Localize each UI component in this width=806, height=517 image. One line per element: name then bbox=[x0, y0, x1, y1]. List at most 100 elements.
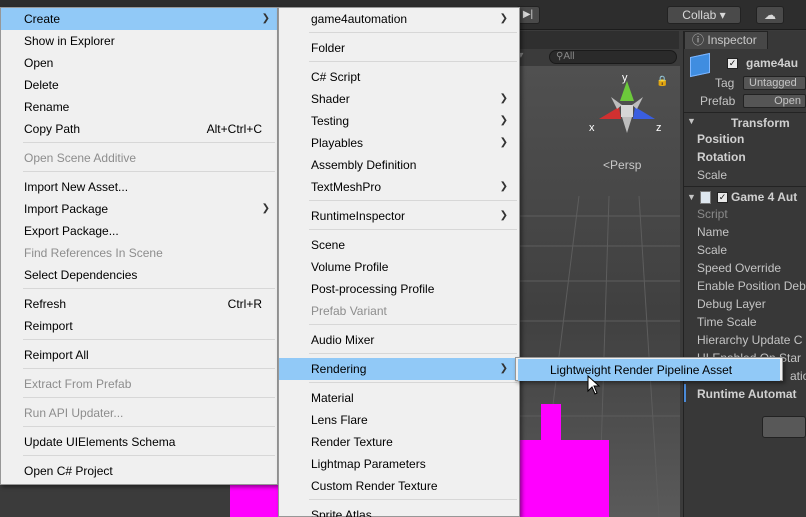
menu-item-rename[interactable]: Rename bbox=[1, 96, 277, 118]
mouse-cursor-icon bbox=[587, 375, 601, 395]
menu-item-volume-profile[interactable]: Volume Profile bbox=[279, 256, 519, 278]
menu-item-delete[interactable]: Delete bbox=[1, 74, 277, 96]
foldout-arrow-icon[interactable]: ▼ bbox=[687, 116, 696, 126]
menu-separator bbox=[309, 200, 517, 201]
menu-item-rendering[interactable]: Rendering ❯ bbox=[279, 358, 519, 380]
menu-item-reimport-all[interactable]: Reimport All bbox=[1, 344, 277, 366]
menu-item-textmeshpro[interactable]: TextMeshPro ❯ bbox=[279, 176, 519, 198]
foldout-arrow-icon[interactable]: ▼ bbox=[687, 192, 696, 202]
object-name-field[interactable]: game4au bbox=[746, 56, 798, 70]
menu-item-lightweight-render-pipeline-asset[interactable]: Lightweight Render Pipeline Asset bbox=[518, 359, 780, 381]
component-enabled-checkbox[interactable]: ✓ bbox=[717, 192, 728, 203]
menu-item-copy-path[interactable]: Copy Path Alt+Ctrl+C bbox=[1, 118, 277, 140]
menu-item-playables[interactable]: Playables ❯ bbox=[279, 132, 519, 154]
divider bbox=[684, 186, 806, 187]
menu-item-open-csharp-project[interactable]: Open C# Project bbox=[1, 460, 277, 482]
menu-item-update-uielements-schema[interactable]: Update UIElements Schema bbox=[1, 431, 277, 453]
menu-item-sprite-atlas[interactable]: Sprite Atlas bbox=[279, 504, 519, 517]
perspective-label[interactable]: <Persp bbox=[603, 158, 641, 172]
menu-item-label: Shader bbox=[311, 92, 350, 106]
menu-item-label: Rename bbox=[24, 100, 70, 114]
menu-item-import-new-asset[interactable]: Import New Asset... bbox=[1, 176, 277, 198]
transform-header[interactable]: Transform bbox=[731, 116, 790, 130]
runtime-automation-header[interactable]: Runtime Automat bbox=[697, 387, 797, 401]
menu-item-find-references[interactable]: Find References In Scene bbox=[1, 242, 277, 264]
cloud-button[interactable]: ☁ bbox=[756, 6, 784, 24]
prefab-label: Prefab bbox=[700, 94, 736, 108]
menu-item-folder[interactable]: Folder bbox=[279, 37, 519, 59]
menu-item-import-package[interactable]: Import Package ❯ bbox=[1, 198, 277, 220]
collab-button[interactable]: Collab ▾ bbox=[667, 6, 741, 24]
menu-item-runtimeinspector[interactable]: RuntimeInspector ❯ bbox=[279, 205, 519, 227]
inspector-button[interactable] bbox=[762, 416, 806, 438]
menu-item-label: Testing bbox=[311, 114, 350, 128]
menu-separator bbox=[23, 171, 275, 172]
selected-component-marker bbox=[684, 384, 686, 402]
missing-material-object[interactable] bbox=[541, 404, 561, 442]
menu-item-assembly-definition[interactable]: Assembly Definition bbox=[279, 154, 519, 176]
menu-item-testing[interactable]: Testing ❯ bbox=[279, 110, 519, 132]
menu-item-audio-mixer[interactable]: Audio Mixer bbox=[279, 329, 519, 351]
menu-item-shader[interactable]: Shader ❯ bbox=[279, 88, 519, 110]
menu-item-label: Reimport bbox=[24, 319, 73, 333]
menu-item-reimport[interactable]: Reimport bbox=[1, 315, 277, 337]
chevron-right-icon: ❯ bbox=[499, 137, 508, 148]
menu-item-extract-from-prefab[interactable]: Extract From Prefab bbox=[1, 373, 277, 395]
menu-item-label: Custom Render Texture bbox=[311, 479, 438, 493]
menu-item-csharp-script[interactable]: C# Script bbox=[279, 66, 519, 88]
menu-item-label: Lens Flare bbox=[311, 413, 368, 427]
menu-item-label: Select Dependencies bbox=[24, 268, 138, 282]
menu-separator bbox=[309, 229, 517, 230]
component-header[interactable]: Game 4 Aut bbox=[731, 190, 797, 204]
menu-item-custom-render-texture[interactable]: Custom Render Texture bbox=[279, 475, 519, 497]
cloud-icon: ☁ bbox=[764, 8, 776, 22]
menu-item-label: Delete bbox=[24, 78, 59, 92]
gameobject-cube-icon bbox=[690, 52, 710, 78]
info-icon: ⓘ bbox=[692, 33, 705, 47]
menu-item-label: Sprite Atlas bbox=[311, 508, 372, 517]
menu-item-label: Post-processing Profile bbox=[311, 282, 435, 296]
prefab-open-button[interactable]: Open bbox=[743, 94, 806, 108]
menu-item-label: Show in Explorer bbox=[24, 34, 115, 48]
menu-item-lens-flare[interactable]: Lens Flare bbox=[279, 409, 519, 431]
tab-inspector[interactable]: ⓘ Inspector bbox=[684, 31, 768, 49]
menu-separator bbox=[23, 142, 275, 143]
menu-item-post-processing-profile[interactable]: Post-processing Profile bbox=[279, 278, 519, 300]
menu-item-open[interactable]: Open bbox=[1, 52, 277, 74]
orientation-gizmo bbox=[599, 81, 655, 133]
hierarchy-update-label: Hierarchy Update C bbox=[697, 333, 803, 347]
active-checkbox[interactable]: ✓ bbox=[727, 58, 738, 69]
menu-item-run-api-updater[interactable]: Run API Updater... bbox=[1, 402, 277, 424]
menu-item-open-scene-additive[interactable]: Open Scene Additive bbox=[1, 147, 277, 169]
speed-override-label: Speed Override bbox=[697, 261, 782, 275]
chevron-left-icon: < bbox=[603, 158, 611, 172]
tag-dropdown[interactable]: Untagged bbox=[743, 76, 806, 90]
menu-item-refresh[interactable]: Refresh Ctrl+R bbox=[1, 293, 277, 315]
menu-item-show-in-explorer[interactable]: Show in Explorer bbox=[1, 30, 277, 52]
menu-item-prefab-variant[interactable]: Prefab Variant bbox=[279, 300, 519, 322]
chevron-right-icon: ❯ bbox=[261, 13, 270, 24]
menu-item-label: Audio Mixer bbox=[311, 333, 375, 347]
menu-item-select-dependencies[interactable]: Select Dependencies bbox=[1, 264, 277, 286]
chevron-right-icon: ❯ bbox=[499, 181, 508, 192]
enable-position-debug-label: Enable Position Deb bbox=[697, 279, 806, 293]
scene-search-input[interactable]: ⚲All bbox=[549, 50, 677, 64]
scene-tab-bar bbox=[519, 31, 679, 49]
menu-item-create[interactable]: Create ❯ bbox=[1, 8, 277, 30]
axis-z-label: z bbox=[656, 122, 662, 134]
menu-item-export-package[interactable]: Export Package... bbox=[1, 220, 277, 242]
menu-item-label: Lightmap Parameters bbox=[311, 457, 426, 471]
menu-item-lightmap-parameters[interactable]: Lightmap Parameters bbox=[279, 453, 519, 475]
menu-item-game4automation[interactable]: game4automation ❯ bbox=[279, 8, 519, 30]
menu-item-shortcut: Alt+Ctrl+C bbox=[206, 122, 262, 136]
menu-item-material[interactable]: Material bbox=[279, 387, 519, 409]
rotation-label: Rotation bbox=[697, 150, 746, 164]
menu-item-scene[interactable]: Scene bbox=[279, 234, 519, 256]
menu-item-render-texture[interactable]: Render Texture bbox=[279, 431, 519, 453]
menu-item-label: Refresh bbox=[24, 297, 67, 311]
menu-item-label: Volume Profile bbox=[311, 260, 389, 274]
missing-material-mesh[interactable] bbox=[519, 440, 609, 517]
lock-icon[interactable]: 🔒 bbox=[656, 76, 668, 87]
menu-item-label: Open bbox=[24, 56, 54, 70]
time-scale-label: Time Scale bbox=[697, 315, 757, 329]
